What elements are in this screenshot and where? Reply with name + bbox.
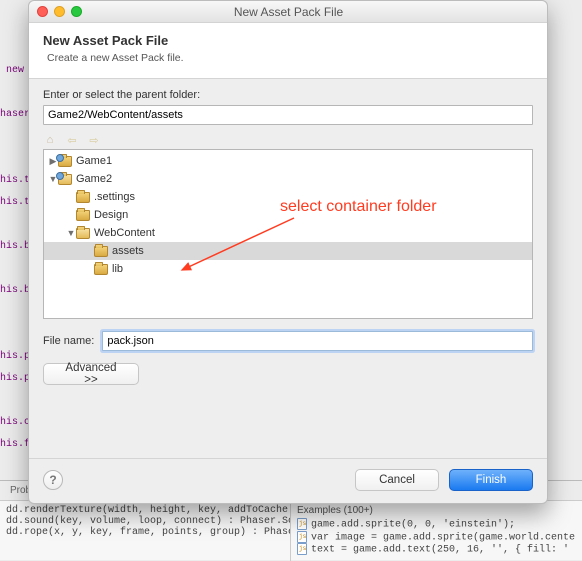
example-row[interactable]: var image = game.add.sprite(game.world.c… [297, 531, 575, 544]
autocomplete-row[interactable]: dd.renderTexture(width, height, key, add… [6, 505, 284, 516]
back-icon[interactable]: ⇦ [65, 133, 79, 147]
tree-toolbar: ⌂ ⇦ ⇨ [43, 131, 533, 149]
tree-item-settings[interactable]: ▶.settings [44, 188, 532, 206]
js-file-icon [297, 531, 307, 543]
filename-input[interactable] [102, 331, 533, 351]
tree-item-assets[interactable]: ▶assets [44, 242, 532, 260]
folder-icon [94, 264, 108, 275]
tree-item-label: Game1 [76, 155, 112, 167]
folder-tree[interactable]: ▶Game1▼Game2▶.settings▶Design ▼ WebContent… [43, 149, 533, 319]
folder-icon [94, 246, 108, 257]
folder-icon [76, 228, 90, 239]
titlebar: New Asset Pack File [29, 1, 547, 23]
cancel-button[interactable]: Cancel [355, 469, 439, 491]
finish-button[interactable]: Finish [449, 469, 533, 491]
examples-header: Examples (100+) [297, 505, 575, 516]
chevron-down-icon[interactable]: ▼ [66, 228, 76, 238]
tree-item-webcontent[interactable]: ▼ WebContent [44, 224, 532, 242]
parent-folder-input[interactable] [43, 105, 533, 125]
autocomplete-row[interactable]: dd.rope(x, y, key, frame, points, group)… [6, 527, 284, 538]
forward-icon[interactable]: ⇨ [87, 133, 101, 147]
tree-item-label: lib [112, 263, 123, 275]
window-title: New Asset Pack File [38, 5, 539, 19]
help-button[interactable]: ? [43, 470, 63, 490]
dialog-heading: New Asset Pack File [43, 33, 533, 48]
advanced-button[interactable]: Advanced >> [43, 363, 139, 385]
project-badge-icon [56, 154, 64, 162]
tree-item-label: .settings [94, 191, 135, 203]
new-asset-pack-dialog: New Asset Pack File New Asset Pack File … [28, 0, 548, 504]
filename-label: File name: [43, 335, 94, 347]
js-file-icon [297, 518, 307, 530]
parent-folder-label: Enter or select the parent folder: [43, 89, 533, 101]
tree-item-label: Design [94, 209, 128, 221]
example-row[interactable]: text = game.add.text(250, 16, '', { fill… [297, 543, 575, 556]
home-icon[interactable]: ⌂ [43, 133, 57, 147]
dialog-header: New Asset Pack File Create a new Asset P… [29, 23, 547, 79]
tree-item-game1[interactable]: ▶Game1 [44, 152, 532, 170]
background-code-gutter: = new Phaser this.t this.t this.b this.b… [0, 60, 28, 456]
tree-item-label: Game2 [76, 173, 112, 185]
tree-item-label: assets [112, 245, 144, 257]
autocomplete-left-panel: dd.renderTexture(width, height, key, add… [0, 501, 291, 561]
js-file-icon [297, 543, 307, 555]
folder-icon [76, 210, 90, 221]
folder-icon [58, 174, 72, 185]
examples-right-panel: Examples (100+) game.add.sprite(0, 0, 'e… [291, 501, 581, 561]
tree-item-label: WebContent [94, 227, 155, 239]
autocomplete-row[interactable]: dd.sound(key, volume, loop, connect) : P… [6, 516, 284, 527]
tree-item-lib[interactable]: ▶lib [44, 260, 532, 278]
dialog-subtitle: Create a new Asset Pack file. [47, 52, 533, 64]
tree-item-design[interactable]: ▶Design [44, 206, 532, 224]
folder-icon [76, 192, 90, 203]
example-row[interactable]: game.add.sprite(0, 0, 'einstein'); [297, 518, 575, 531]
folder-icon [58, 156, 72, 167]
tree-item-game2[interactable]: ▼Game2 [44, 170, 532, 188]
project-badge-icon [56, 172, 64, 180]
